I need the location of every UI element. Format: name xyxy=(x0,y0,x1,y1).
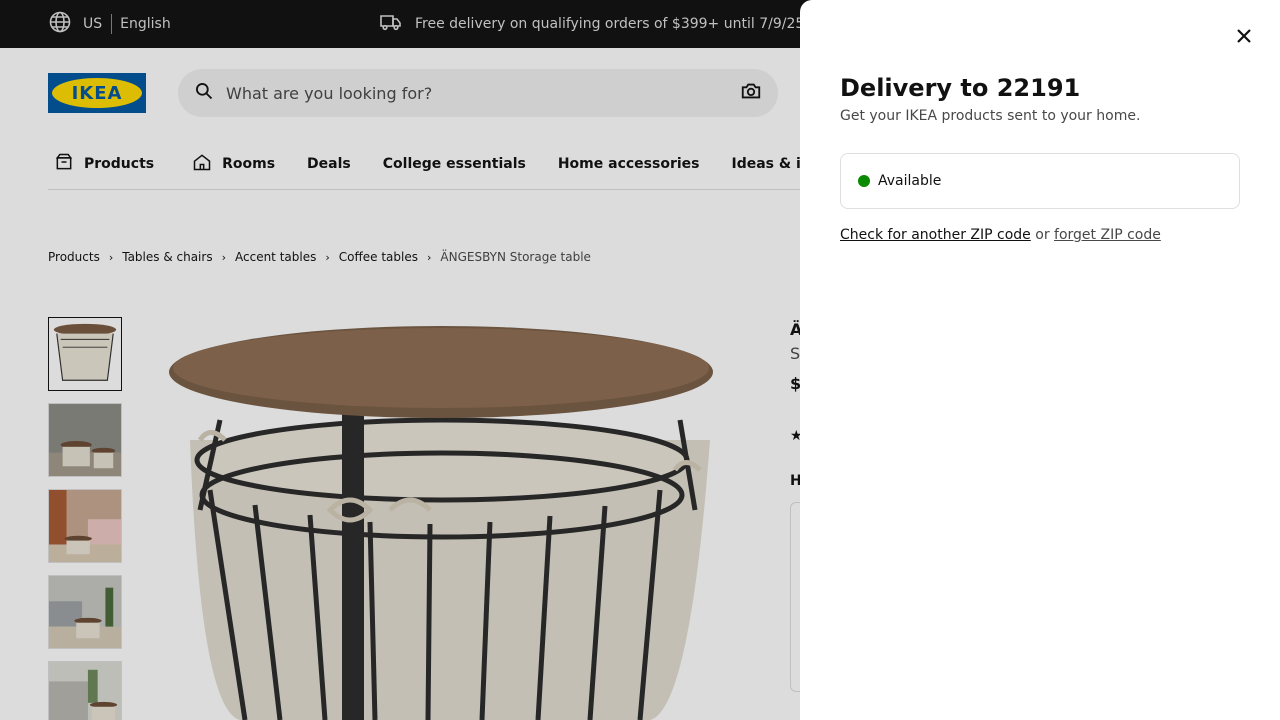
or-text: or xyxy=(1035,227,1050,243)
drawer-subtitle: Get your IKEA products sent to your home… xyxy=(840,108,1141,124)
availability-status: Available xyxy=(878,173,942,189)
check-zip-link[interactable]: Check for another ZIP code xyxy=(840,227,1031,243)
delivery-drawer: Delivery to 22191 Get your IKEA products… xyxy=(800,0,1280,720)
drawer-title: Delivery to 22191 xyxy=(840,74,1081,102)
zip-actions: Check for another ZIP code or forget ZIP… xyxy=(840,227,1161,243)
availability-box: Available xyxy=(840,153,1240,209)
status-dot-icon xyxy=(858,175,870,187)
close-icon xyxy=(1232,29,1256,52)
forget-zip-link[interactable]: forget ZIP code xyxy=(1054,227,1161,243)
close-button[interactable] xyxy=(1232,24,1256,48)
